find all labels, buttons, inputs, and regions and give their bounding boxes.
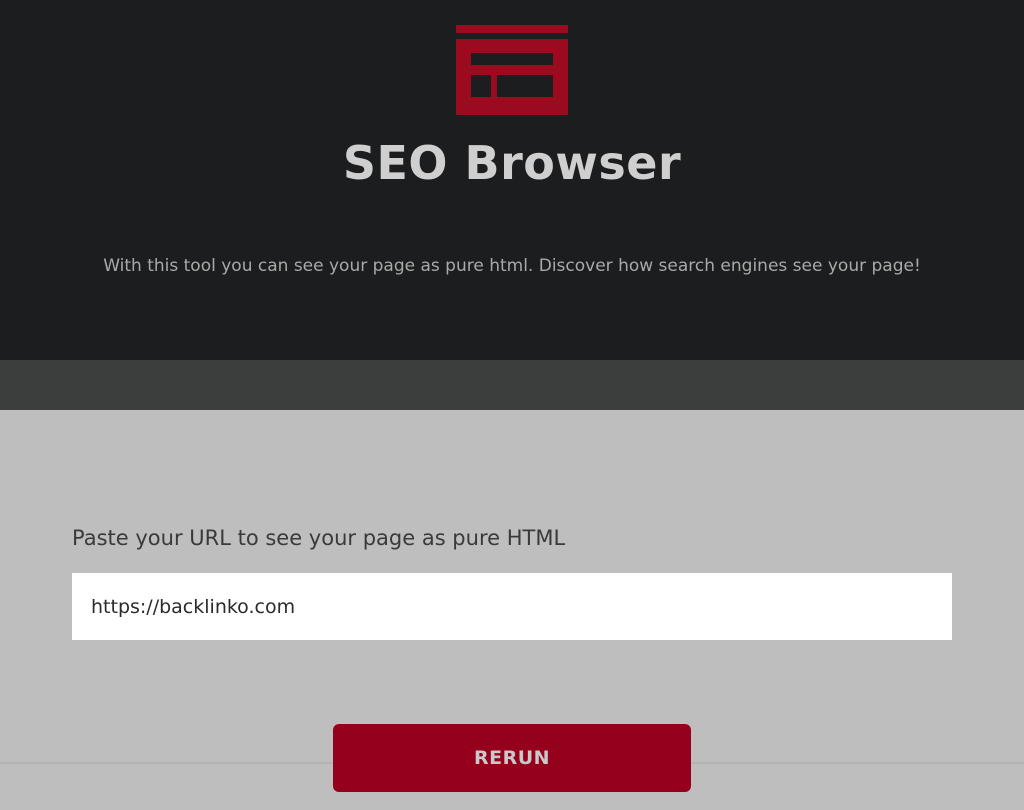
url-input[interactable] [72, 573, 952, 640]
rerun-button[interactable]: RERUN [333, 724, 691, 792]
seo-browser-page: SEO Browser With this tool you can see y… [0, 0, 1024, 810]
page-title: SEO Browser [342, 136, 682, 190]
hero-section: SEO Browser With this tool you can see y… [0, 0, 1024, 360]
url-field-label: Paste your URL to see your page as pure … [72, 526, 566, 550]
page-subtitle: With this tool you can see your page as … [103, 256, 921, 276]
divider-band [0, 360, 1024, 410]
browser-window-icon [456, 25, 568, 115]
